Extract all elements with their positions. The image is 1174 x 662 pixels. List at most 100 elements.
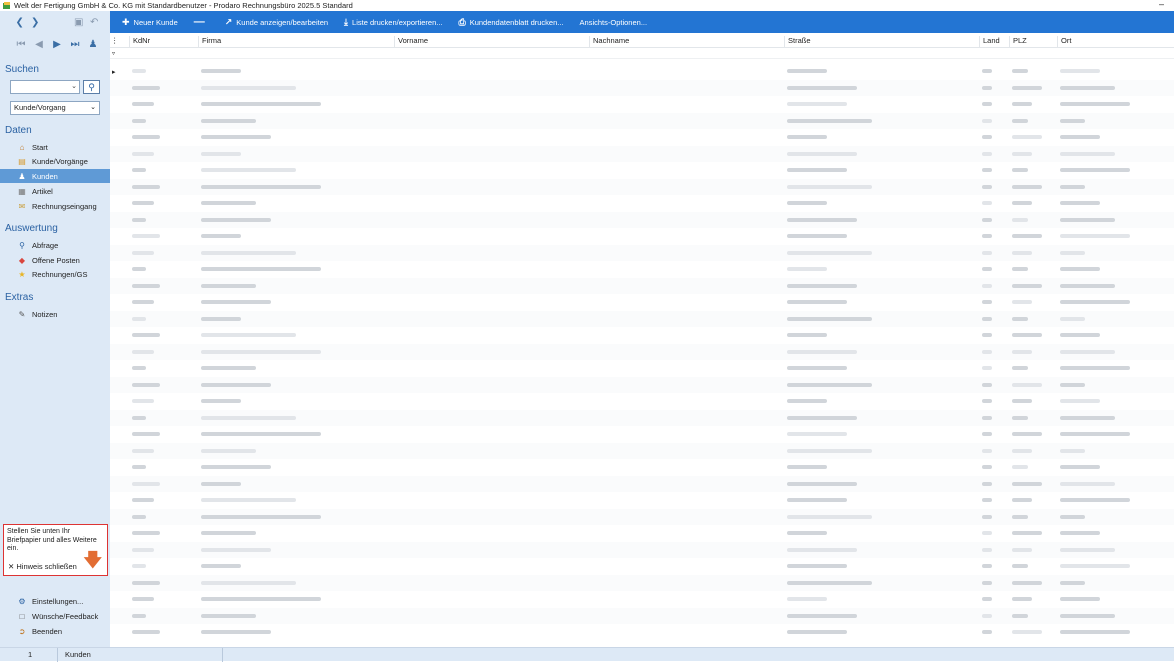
filter-icon[interactable]: ▿	[112, 50, 115, 57]
nav-item-label: Offene Posten	[32, 255, 80, 265]
nav-item-label: Kunde/Vorgänge	[32, 156, 88, 166]
delete-customer-button[interactable]: —	[194, 16, 209, 28]
minimize-button[interactable]: –	[1159, 0, 1164, 9]
table-row[interactable]	[110, 96, 1174, 113]
table-row[interactable]	[110, 591, 1174, 608]
table-row[interactable]	[110, 426, 1174, 443]
redacted-cell	[982, 382, 992, 387]
column-header-strasse[interactable]: Straße	[784, 36, 811, 48]
table-row[interactable]	[110, 63, 1174, 80]
table-row[interactable]	[110, 541, 1174, 558]
table-row[interactable]	[110, 244, 1174, 261]
table-row[interactable]	[110, 343, 1174, 360]
column-header-land[interactable]: Land	[979, 36, 1000, 48]
table-row[interactable]	[110, 129, 1174, 146]
nav-item-feedback[interactable]: □ Wünsche/Feedback	[0, 609, 110, 623]
table-row[interactable]	[110, 79, 1174, 96]
redacted-cell	[201, 283, 256, 288]
table-row[interactable]	[110, 508, 1174, 525]
table-row[interactable]	[110, 211, 1174, 228]
print-datasheet-button[interactable]: ⎙ Kundendatenblatt drucken...	[459, 17, 564, 28]
table-row[interactable]	[110, 393, 1174, 410]
search-input[interactable]: ⌄	[10, 80, 80, 94]
table-row[interactable]	[110, 228, 1174, 245]
column-header-nachname[interactable]: Nachname	[589, 36, 629, 48]
nav-item-label: Rechnungseingang	[32, 201, 97, 211]
redacted-cell	[982, 580, 992, 585]
print-list-button[interactable]: ⤓ Liste drucken/exportieren...	[344, 17, 442, 28]
table-row[interactable]	[110, 376, 1174, 393]
table-row[interactable]	[110, 624, 1174, 641]
table-row[interactable]	[110, 277, 1174, 294]
column-header-plz[interactable]: PLZ	[1009, 36, 1027, 48]
redacted-cell	[982, 531, 992, 535]
column-header-vorname[interactable]: Vorname	[394, 36, 428, 48]
nav-item-abfrage[interactable]: ⚲ Abfrage	[0, 238, 110, 252]
nav-item-kunden[interactable]: ♟ Kunden	[0, 169, 110, 183]
table-row[interactable]	[110, 607, 1174, 624]
table-row[interactable]	[110, 459, 1174, 476]
back-icon[interactable]: ❮	[12, 17, 28, 28]
chevron-down-icon[interactable]: ⌄	[71, 82, 77, 90]
user-search-icon[interactable]: ♟	[84, 39, 102, 50]
table-row[interactable]	[110, 261, 1174, 278]
redacted-cell	[1012, 366, 1028, 370]
redacted-cell	[982, 349, 992, 354]
redacted-cell	[201, 349, 321, 354]
new-customer-button[interactable]: ✚ Neuer Kunde	[122, 17, 178, 28]
nav-item-start[interactable]: ⌂ Start	[0, 140, 110, 154]
nav-item-offene-posten[interactable]: ◆ Offene Posten	[0, 253, 110, 267]
nav-item-einstellungen[interactable]: ⚙ Einstellungen...	[0, 594, 110, 608]
prev-record-icon[interactable]: ◀	[30, 39, 48, 50]
table-row[interactable]	[110, 558, 1174, 575]
table-row[interactable]	[110, 195, 1174, 212]
column-header-ort[interactable]: Ort	[1057, 36, 1071, 48]
save-icon[interactable]: ▣	[71, 17, 87, 28]
table-row[interactable]	[110, 360, 1174, 377]
table-row[interactable]	[110, 327, 1174, 344]
redacted-cell	[1012, 102, 1032, 106]
redacted-cell	[982, 432, 992, 436]
nav-item-rechnungen-gs[interactable]: ★ Rechnungen/GS	[0, 267, 110, 281]
nav-item-artikel[interactable]: ▦ Artikel	[0, 184, 110, 198]
redacted-cell	[132, 184, 160, 189]
row-menu-icon[interactable]: ⋮	[110, 36, 119, 48]
table-row[interactable]	[110, 492, 1174, 509]
search-scope-select[interactable]: Kunde/Vorgang ⌄	[10, 101, 100, 115]
table-row[interactable]	[110, 525, 1174, 542]
nav-item-rechnungseingang[interactable]: ✉ Rechnungseingang	[0, 199, 110, 213]
edit-customer-button[interactable]: ↗ Kunde anzeigen/bearbeiten	[225, 17, 328, 28]
table-row[interactable]	[110, 112, 1174, 129]
column-header-kdnr[interactable]: KdNr	[129, 36, 150, 48]
nav-item-notizen[interactable]: ✎ Notizen	[0, 307, 110, 321]
redacted-cell	[982, 283, 992, 288]
redacted-cell	[201, 366, 256, 370]
table-row[interactable]	[110, 162, 1174, 179]
redacted-cell	[132, 366, 146, 370]
filter-row[interactable]: ▿	[110, 49, 1174, 59]
hint-close-button[interactable]: ✕ Hinweis schließen	[8, 562, 77, 572]
redacted-cell	[1060, 151, 1115, 156]
table-row[interactable]	[110, 475, 1174, 492]
table-row[interactable]	[110, 145, 1174, 162]
next-record-icon[interactable]: ▶	[48, 39, 66, 50]
table-row[interactable]	[110, 442, 1174, 459]
settings-icon: ⚙	[18, 596, 26, 606]
table-row[interactable]	[110, 294, 1174, 311]
undo-icon[interactable]: ↶	[87, 17, 103, 28]
first-record-icon[interactable]: ⏮	[12, 39, 30, 50]
table-row[interactable]	[110, 310, 1174, 327]
search-button[interactable]: ⚲	[83, 80, 100, 94]
redacted-cell	[132, 514, 146, 519]
forward-icon[interactable]: ❯	[28, 17, 44, 28]
redacted-cell	[982, 168, 992, 172]
column-header-firma[interactable]: Firma	[198, 36, 221, 48]
redacted-cell	[982, 481, 992, 486]
table-row[interactable]	[110, 574, 1174, 591]
nav-item-kunde-vorgaenge[interactable]: ▤ Kunde/Vorgänge	[0, 154, 110, 168]
nav-item-beenden[interactable]: ➲ Beenden	[0, 624, 110, 638]
table-row[interactable]	[110, 409, 1174, 426]
last-record-icon[interactable]: ⏭	[66, 39, 84, 50]
table-row[interactable]	[110, 178, 1174, 195]
view-options-button[interactable]: Ansichts-Optionen...	[580, 18, 648, 27]
